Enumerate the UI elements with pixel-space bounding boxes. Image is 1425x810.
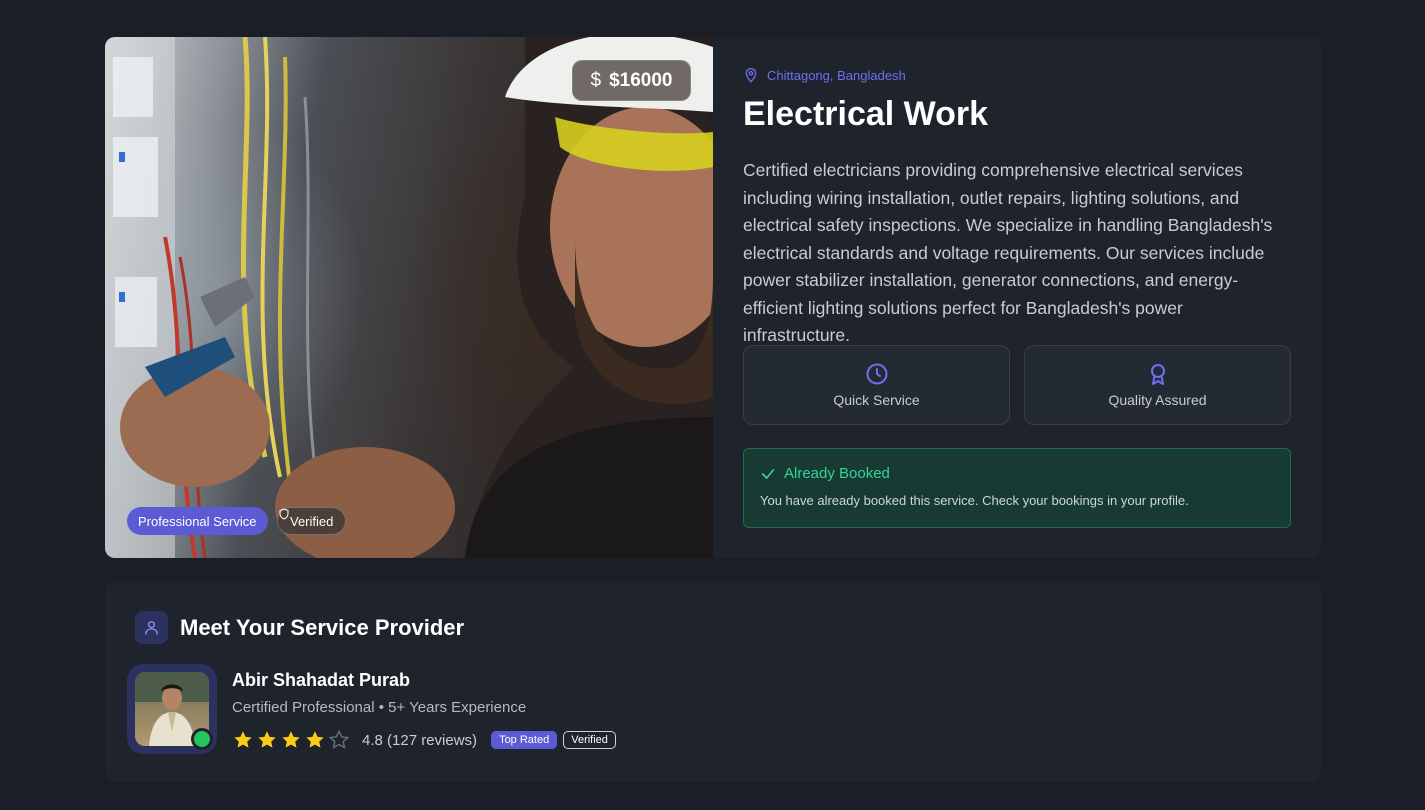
service-title: Electrical Work	[743, 95, 989, 133]
verified-tag: Verified	[277, 507, 347, 535]
clock-icon	[866, 363, 887, 385]
feature-quality-assured: Quality Assured	[1024, 345, 1291, 425]
provider-section: Meet Your Service Provider Abir Shahadat…	[105, 581, 1321, 782]
rating-text: 4.8 (127 reviews)	[362, 731, 478, 749]
price-value: $16000	[609, 69, 673, 91]
map-pin-icon	[745, 68, 757, 83]
service-image: $ $16000 Professional Service Verified	[105, 37, 713, 558]
provider-subtitle: Certified Professional • 5+ Years Experi…	[232, 699, 527, 716]
star-empty-icon	[328, 729, 350, 749]
star-filled-icon	[306, 731, 324, 748]
award-icon	[1150, 364, 1165, 385]
feature-label: Quality Assured	[1108, 392, 1207, 408]
professional-service-tag: Professional Service	[127, 507, 268, 535]
provider-section-title: Meet Your Service Provider	[180, 614, 465, 640]
service-card: $ $16000 Professional Service Verified C…	[105, 37, 1321, 558]
dollar-icon: $	[590, 69, 602, 91]
user-icon	[135, 611, 168, 644]
location-text: Chittagong, Bangladesh	[767, 67, 906, 83]
booking-status-message: You have already booked this service. Ch…	[760, 493, 1189, 508]
feature-label: Quick Service	[833, 392, 920, 408]
feature-quick-service: Quick Service	[743, 345, 1010, 425]
location: Chittagong, Bangladesh	[743, 67, 906, 83]
provider-name[interactable]: Abir Shahadat Purab	[232, 670, 410, 691]
provider-rating: 4.8 (127 reviews) Top Rated Verified	[232, 729, 616, 751]
star-filled-icon	[258, 731, 276, 748]
service-description: Certified electricians providing compreh…	[743, 160, 1273, 345]
online-status-indicator	[191, 728, 213, 750]
electrician-photo	[105, 37, 713, 558]
top-rated-badge: Top Rated	[491, 731, 558, 749]
star-rating	[232, 729, 350, 751]
price-badge: $ $16000	[572, 60, 691, 101]
booking-status-title: Already Booked	[784, 465, 890, 482]
booking-status-banner: Already Booked You have already booked t…	[743, 448, 1291, 528]
shield-icon	[279, 508, 289, 520]
verified-tag-label: Verified	[290, 513, 334, 529]
verified-badge: Verified	[563, 731, 616, 749]
check-icon	[761, 468, 775, 479]
star-filled-icon	[282, 731, 300, 748]
star-filled-icon	[234, 731, 252, 748]
